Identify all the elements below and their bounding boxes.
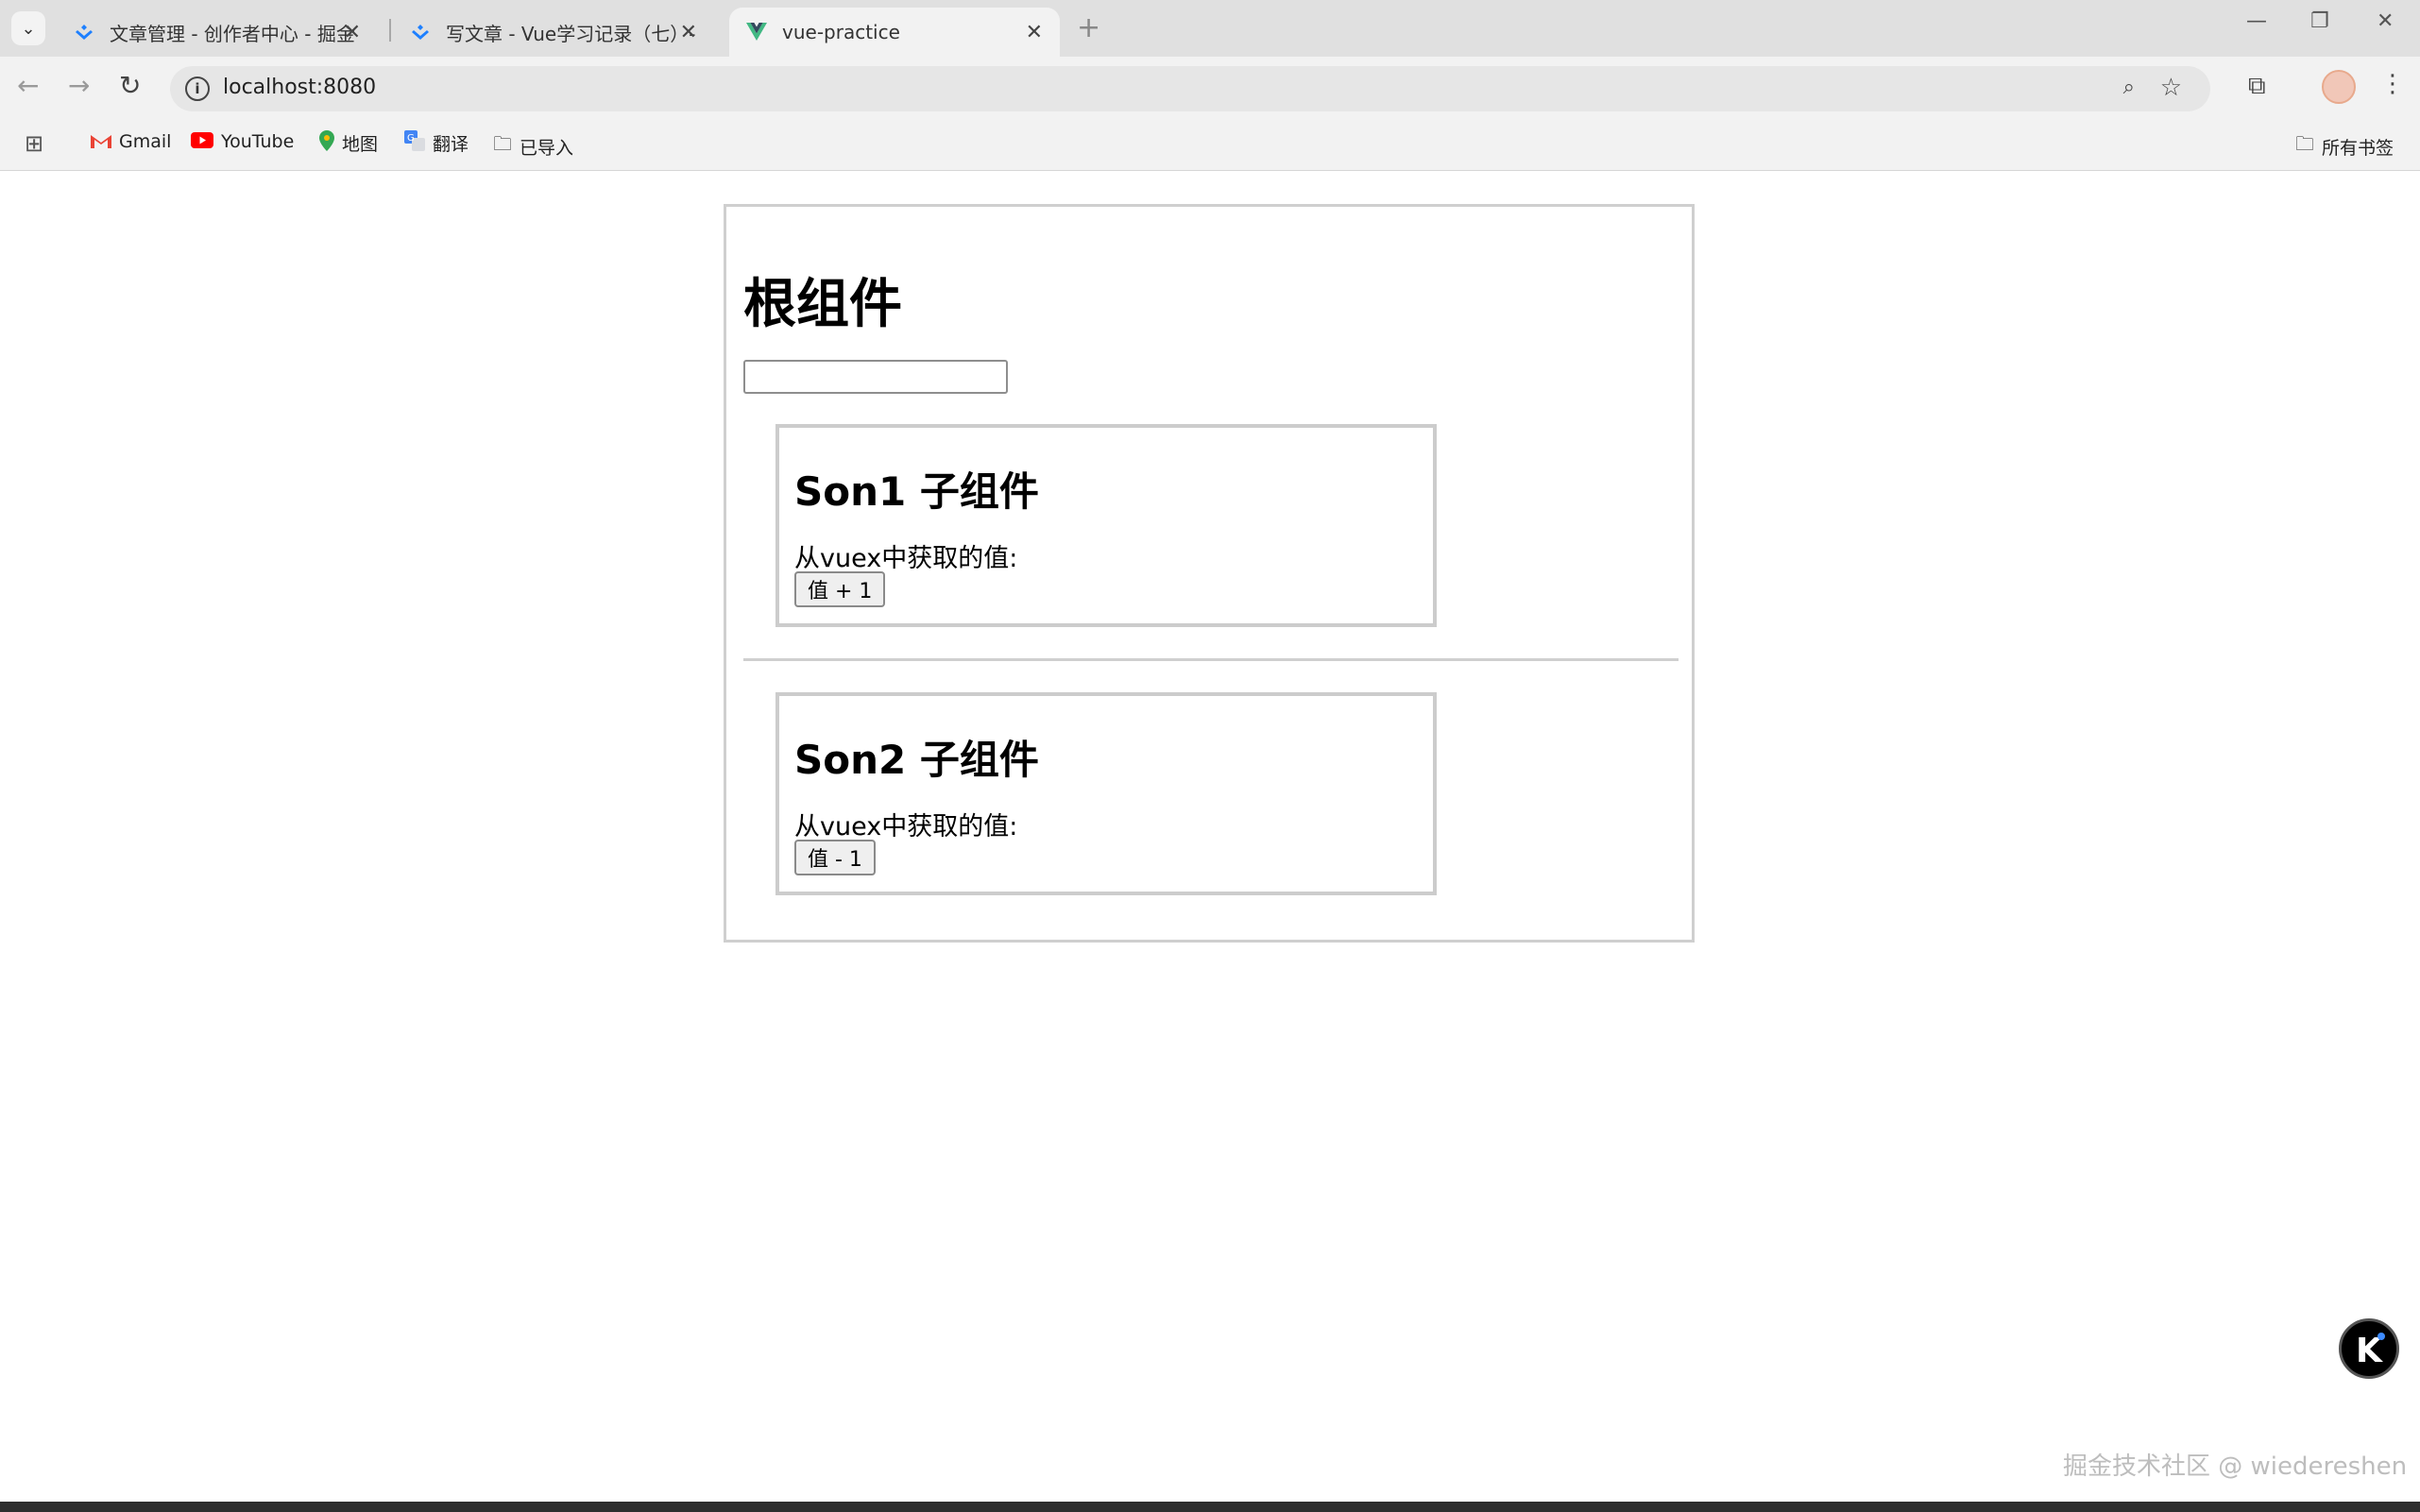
decrement-button[interactable]: 值 - 1 bbox=[794, 840, 876, 875]
son2-vuex-value-label: 从vuex中获取的值: bbox=[794, 812, 1018, 841]
bookmark-label: 已导入 bbox=[520, 137, 574, 159]
divider bbox=[743, 658, 1679, 661]
close-icon[interactable]: ✕ bbox=[344, 21, 361, 44]
gmail-icon bbox=[91, 130, 111, 153]
bookmark-imported-folder[interactable]: 🗀 已导入 bbox=[493, 130, 573, 162]
tab-title: 文章管理 - 创作者中心 - 掘金 bbox=[110, 22, 355, 45]
bookmark-gmail[interactable]: Gmail bbox=[91, 130, 171, 153]
tab-juejin-articles[interactable]: 文章管理 - 创作者中心 - 掘金 ✕ bbox=[57, 8, 378, 57]
site-info-icon[interactable]: i bbox=[185, 76, 210, 101]
badge-dot bbox=[2377, 1333, 2385, 1340]
close-icon[interactable]: ✕ bbox=[1026, 21, 1043, 44]
vue-icon bbox=[746, 22, 767, 42]
folder-icon: 🗀 bbox=[493, 132, 512, 155]
all-bookmarks-folder[interactable]: 🗀 所有书签 bbox=[2295, 130, 2394, 162]
zoom-icon[interactable]: ⌕ bbox=[2123, 76, 2135, 99]
minimize-icon[interactable]: — bbox=[2246, 9, 2267, 33]
window-close-icon[interactable]: ✕ bbox=[2377, 9, 2394, 33]
bookmark-youtube[interactable]: YouTube bbox=[191, 130, 294, 153]
bookmarks-bar: ⊞ Gmail YouTube 地图 G 翻译 🗀 已导入 🗀 所有书签 bbox=[0, 121, 2420, 171]
tab-title: 写文章 - Vue学习记录（七）- bbox=[446, 22, 696, 45]
page-content: 根组件 Son1 子组件 从vuex中获取的值: 值 + 1 Son2 子组件 … bbox=[0, 172, 2420, 1504]
all-bookmarks-label: 所有书签 bbox=[2322, 137, 2394, 159]
juejin-icon bbox=[74, 22, 94, 42]
son2-component: Son2 子组件 从vuex中获取的值: 值 - 1 bbox=[775, 692, 1437, 895]
bookmark-label: 地图 bbox=[342, 134, 379, 155]
watermark-text: 掘金技术社区 @ wiedereshen bbox=[2063, 1453, 2408, 1481]
root-title: 根组件 bbox=[743, 274, 902, 335]
profile-avatar[interactable] bbox=[2322, 70, 2356, 104]
forward-icon[interactable]: → bbox=[68, 70, 90, 101]
translate-icon: G bbox=[404, 130, 425, 156]
browser-chrome: ⌄ 文章管理 - 创作者中心 - 掘金 ✕ 写文章 - Vue学习记录（七）- … bbox=[0, 0, 2420, 171]
root-input[interactable] bbox=[743, 360, 1008, 394]
son1-component: Son1 子组件 从vuex中获取的值: 值 + 1 bbox=[775, 424, 1437, 627]
taskbar-strip bbox=[0, 1502, 2420, 1512]
floating-k-icon[interactable]: K bbox=[2339, 1318, 2399, 1379]
youtube-icon bbox=[191, 130, 213, 153]
tab-write-article[interactable]: 写文章 - Vue学习记录（七）- ✕ bbox=[393, 8, 714, 57]
address-bar[interactable]: i localhost:8080 ⌕ ☆ bbox=[170, 66, 2210, 111]
bookmark-label: YouTube bbox=[221, 131, 295, 152]
folder-icon: 🗀 bbox=[2295, 132, 2314, 155]
browser-toolbar: ← → ↻ i localhost:8080 ⌕ ☆ ⧉ ⋮ bbox=[0, 57, 2420, 121]
tab-vue-practice[interactable]: vue-practice ✕ bbox=[729, 8, 1060, 57]
new-tab-icon[interactable]: + bbox=[1077, 11, 1100, 44]
bookmark-maps[interactable]: 地图 bbox=[319, 130, 378, 156]
url-text[interactable]: localhost:8080 bbox=[223, 76, 376, 99]
svg-text:G: G bbox=[407, 133, 415, 144]
more-menu-icon[interactable]: ⋮ bbox=[2380, 70, 2405, 98]
bookmark-label: Gmail bbox=[119, 131, 172, 152]
reload-icon[interactable]: ↻ bbox=[119, 70, 141, 101]
close-icon[interactable]: ✕ bbox=[680, 21, 697, 44]
tab-title: vue-practice bbox=[782, 21, 900, 43]
maps-icon bbox=[319, 130, 334, 156]
tab-search-button[interactable]: ⌄ bbox=[11, 11, 45, 45]
bookmark-translate[interactable]: G 翻译 bbox=[404, 130, 469, 156]
tab-separator bbox=[389, 19, 391, 42]
bookmark-label: 翻译 bbox=[433, 134, 469, 155]
root-component: 根组件 Son1 子组件 从vuex中获取的值: 值 + 1 Son2 子组件 … bbox=[724, 204, 1695, 943]
chevron-down-icon: ⌄ bbox=[21, 18, 36, 39]
son1-vuex-value-label: 从vuex中获取的值: bbox=[794, 544, 1018, 573]
increment-button[interactable]: 值 + 1 bbox=[794, 571, 886, 607]
apps-grid-icon[interactable]: ⊞ bbox=[25, 130, 43, 157]
tab-strip: ⌄ 文章管理 - 创作者中心 - 掘金 ✕ 写文章 - Vue学习记录（七）- … bbox=[0, 0, 2420, 57]
son2-title: Son2 子组件 bbox=[794, 737, 1039, 783]
back-icon[interactable]: ← bbox=[17, 70, 39, 101]
juejin-icon bbox=[410, 22, 431, 42]
son1-title: Son1 子组件 bbox=[794, 468, 1039, 515]
restore-icon[interactable]: ❐ bbox=[2310, 9, 2329, 33]
bookmark-star-icon[interactable]: ☆ bbox=[2160, 74, 2182, 102]
extensions-icon[interactable]: ⧉ bbox=[2248, 72, 2266, 101]
